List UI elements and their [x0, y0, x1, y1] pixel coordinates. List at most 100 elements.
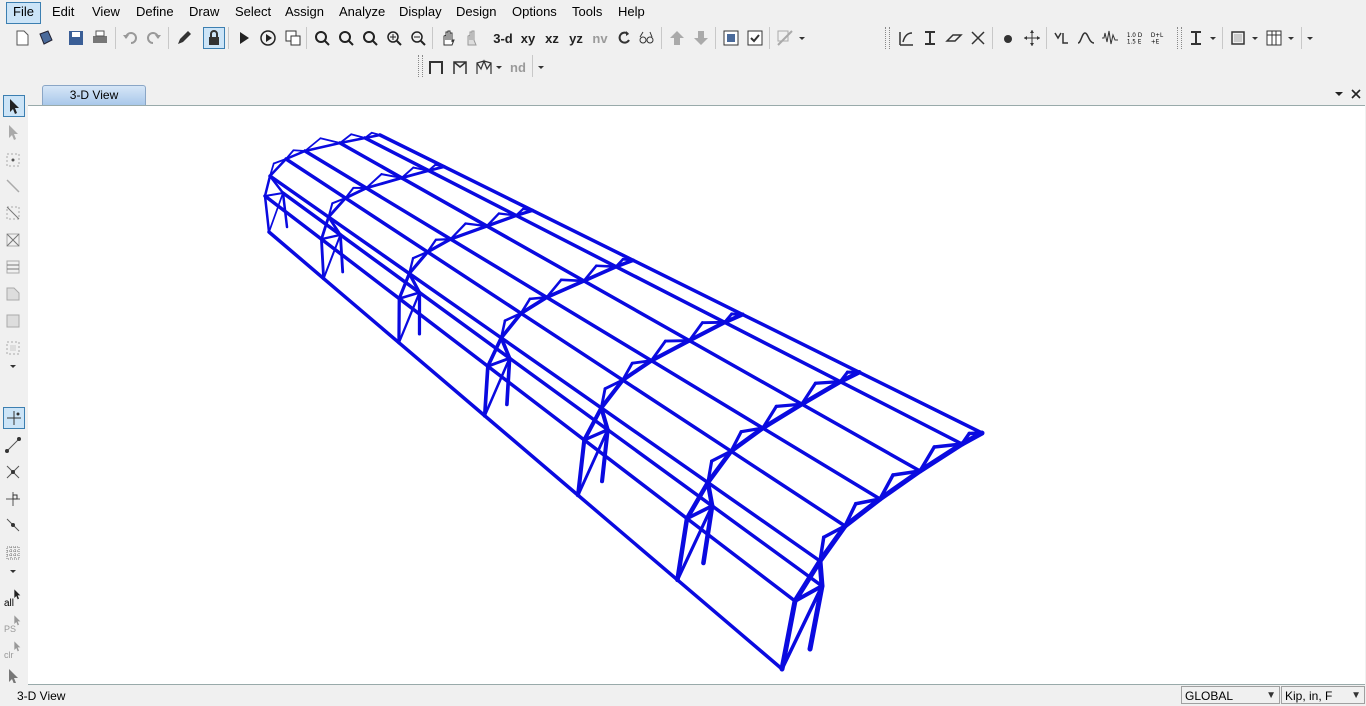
- chevron-down-icon[interactable]: [1207, 28, 1219, 48]
- zoom-previous-icon[interactable]: [360, 28, 380, 48]
- menu-view[interactable]: View: [86, 2, 126, 22]
- chevron-down-icon[interactable]: [3, 360, 23, 372]
- quick-draw-secondary-icon[interactable]: [3, 257, 23, 277]
- truss-web-member: [528, 296, 549, 301]
- snap-grid-icon[interactable]: [3, 543, 23, 563]
- view-xz-button[interactable]: xz: [539, 28, 565, 48]
- menu-define[interactable]: Define: [130, 2, 180, 22]
- menu-help[interactable]: Help: [612, 2, 651, 22]
- move-up-icon[interactable]: [667, 28, 687, 48]
- redo-icon[interactable]: [144, 28, 164, 48]
- show-area-icon[interactable]: [944, 28, 964, 48]
- draw-poly-area-icon[interactable]: [3, 284, 23, 304]
- reshaper-icon[interactable]: [3, 122, 23, 142]
- run-analysis-icon[interactable]: [234, 28, 254, 48]
- menu-draw[interactable]: Draw: [183, 2, 225, 22]
- open-icon[interactable]: [36, 28, 56, 48]
- view-yz-button[interactable]: yz: [563, 28, 589, 48]
- show-response-icon[interactable]: [1076, 28, 1096, 48]
- menu-options[interactable]: Options: [506, 2, 563, 22]
- windows-icon[interactable]: [283, 28, 303, 48]
- reshape-icon[interactable]: [775, 28, 795, 48]
- menu-select[interactable]: Select: [229, 2, 277, 22]
- draw-rect-area-icon[interactable]: [3, 311, 23, 331]
- show-combinations-icon[interactable]: D+L +E: [1148, 28, 1170, 48]
- window-dropdown-icon[interactable]: [1332, 87, 1346, 101]
- pan-sign-icon[interactable]: [462, 28, 482, 48]
- table-icon[interactable]: [1264, 28, 1284, 48]
- show-frame-section-icon[interactable]: [920, 28, 940, 48]
- draw-special-joint-icon[interactable]: [3, 150, 23, 170]
- menu-edit[interactable]: Edit: [46, 2, 80, 22]
- save-icon[interactable]: [66, 28, 86, 48]
- pointer-icon[interactable]: [3, 95, 25, 117]
- design-steel-icon[interactable]: [1186, 28, 1206, 48]
- menu-design[interactable]: Design: [450, 2, 502, 22]
- model-view-canvas[interactable]: [28, 105, 1365, 685]
- undo-icon[interactable]: [120, 28, 140, 48]
- pan-icon[interactable]: [438, 28, 458, 48]
- nd-button[interactable]: nd: [505, 57, 531, 77]
- tab-3d-view[interactable]: 3-D View: [42, 85, 146, 105]
- purlin-member: [675, 578, 784, 671]
- perspective-icon[interactable]: [636, 28, 656, 48]
- show-joint-icon[interactable]: [998, 28, 1018, 48]
- chevron-down-icon[interactable]: [796, 28, 808, 48]
- chevron-down-icon[interactable]: [494, 57, 504, 77]
- snap-intersections-icon[interactable]: [3, 462, 23, 482]
- view-3d-button[interactable]: 3-d: [490, 28, 516, 48]
- chevron-down-icon[interactable]: [1304, 28, 1316, 48]
- new-model-icon[interactable]: [12, 28, 32, 48]
- close-icon[interactable]: [1349, 87, 1363, 101]
- draw-braced-frame-icon[interactable]: [450, 57, 470, 77]
- section-designer-icon[interactable]: [1228, 28, 1248, 48]
- select-all-button[interactable]: all: [3, 589, 25, 610]
- menu-display[interactable]: Display: [393, 2, 448, 22]
- quick-draw-braces-icon[interactable]: [3, 230, 23, 250]
- zoom-out-icon[interactable]: [408, 28, 428, 48]
- move-down-icon[interactable]: [691, 28, 711, 48]
- print-icon[interactable]: [90, 28, 110, 48]
- show-energy-icon[interactable]: 1.0 D 1.5 E: [1124, 28, 1146, 48]
- quick-draw-area-icon[interactable]: [3, 338, 23, 358]
- coord-system-select[interactable]: GLOBAL ▼: [1181, 686, 1280, 704]
- edit-pencil-icon[interactable]: [174, 28, 194, 48]
- set-display-options-icon[interactable]: [745, 28, 765, 48]
- units-select[interactable]: Kip, in, F ▼: [1281, 686, 1365, 704]
- menu-assign[interactable]: Assign: [279, 2, 330, 22]
- draw-truss-icon[interactable]: [474, 57, 494, 77]
- show-deformed-icon[interactable]: [1022, 28, 1042, 48]
- object-shrink-icon[interactable]: [721, 28, 741, 48]
- view-nv-button[interactable]: nv: [587, 28, 613, 48]
- chevron-down-icon[interactable]: [1249, 28, 1261, 48]
- snap-perpendicular-icon[interactable]: [3, 489, 23, 509]
- menu-tools[interactable]: Tools: [566, 2, 608, 22]
- snap-lines-icon[interactable]: [3, 515, 23, 535]
- menu-analyze[interactable]: Analyze: [333, 2, 391, 22]
- show-plot-functions-icon[interactable]: [1100, 28, 1120, 48]
- snap-points-icon[interactable]: [3, 407, 25, 429]
- view-xy-button[interactable]: xy: [515, 28, 541, 48]
- draw-frame-icon[interactable]: [3, 176, 23, 196]
- zoom-window-icon[interactable]: [312, 28, 332, 48]
- truss-web-member: [621, 257, 635, 262]
- zoom-restore-icon[interactable]: [336, 28, 356, 48]
- clear-selection-button[interactable]: clr: [3, 641, 25, 662]
- zoom-in-icon[interactable]: [384, 28, 404, 48]
- draw-portal-frame-icon[interactable]: [426, 57, 446, 77]
- lock-icon[interactable]: [203, 27, 225, 49]
- snap-ends-icon[interactable]: [3, 435, 23, 455]
- chevron-down-icon[interactable]: [1285, 28, 1297, 48]
- column-member: [338, 233, 345, 274]
- rotate-view-icon[interactable]: [614, 28, 634, 48]
- chevron-down-icon[interactable]: [535, 57, 547, 77]
- menu-file[interactable]: File: [6, 2, 41, 24]
- chevron-down-icon[interactable]: [3, 565, 23, 577]
- show-forces-icon[interactable]: [1052, 28, 1072, 48]
- select-icon[interactable]: [3, 669, 23, 683]
- show-undeformed-shape-icon[interactable]: [896, 28, 916, 48]
- get-previous-selection-button[interactable]: PS: [3, 615, 25, 636]
- run-step-icon[interactable]: [258, 28, 278, 48]
- show-link-icon[interactable]: [968, 28, 988, 48]
- quick-draw-frame-icon[interactable]: [3, 203, 23, 223]
